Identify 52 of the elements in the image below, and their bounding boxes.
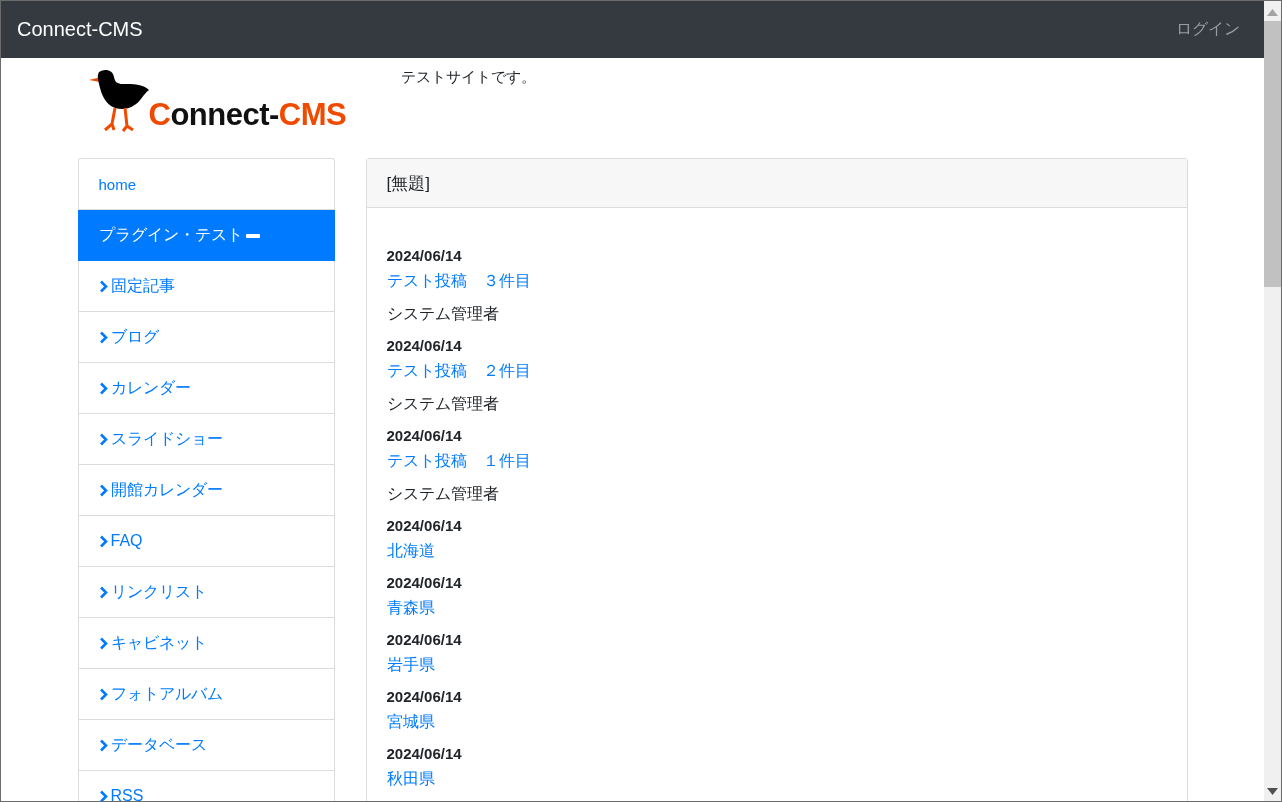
submenu-item[interactable]: RSS <box>78 771 334 801</box>
scroll-down-arrow-icon[interactable] <box>1267 788 1278 795</box>
post-date: 2024/06/14 <box>386 246 463 266</box>
submenu-item[interactable]: カレンダー <box>78 363 334 414</box>
post-date: 2024/06/14 <box>386 336 463 356</box>
post-title-link[interactable]: テスト投稿 ３件目 <box>386 268 1167 293</box>
submenu-item[interactable]: フォトアルバム <box>78 669 334 720</box>
chevron-right-icon <box>98 432 108 446</box>
post-date: 2024/06/14 <box>386 573 463 593</box>
chevron-right-icon <box>98 636 108 650</box>
scroll-up-arrow-icon[interactable] <box>1267 9 1278 16</box>
post-author: システム管理者 <box>386 484 500 504</box>
post-title-link[interactable]: 青森県 <box>386 595 1167 620</box>
submenu-item[interactable]: データベース <box>78 720 334 771</box>
chevron-right-icon <box>98 789 108 801</box>
post-author: システム管理者 <box>386 394 500 414</box>
post-date: 2024/06/14 <box>386 630 463 650</box>
site-tagline: テストサイトです。 <box>400 68 536 87</box>
post-title-link[interactable]: 秋田県 <box>386 766 1167 791</box>
post-title-link[interactable]: テスト投稿 ２件目 <box>386 358 1167 383</box>
chevron-right-icon <box>98 279 108 293</box>
post-date: 2024/06/14 <box>386 687 463 707</box>
post-title-link[interactable]: テスト投稿 １件目 <box>386 448 1167 473</box>
post-title-link[interactable]: 宮城県 <box>386 709 1167 734</box>
chevron-right-icon <box>98 330 108 344</box>
logo-wordmark: Connect-CMS <box>148 99 347 132</box>
post-date: 2024/06/14 <box>386 744 463 764</box>
post-title-link[interactable]: 岩手県 <box>386 652 1167 677</box>
submenu-item[interactable]: ブログ <box>78 312 334 363</box>
minus-icon <box>245 233 260 238</box>
chevron-right-icon <box>98 585 108 599</box>
submenu-item[interactable]: 開館カレンダー <box>78 465 334 516</box>
site-brand-link[interactable]: Connect-CMS <box>17 18 143 41</box>
menu-item[interactable]: プラグイン・テスト <box>77 210 335 261</box>
vertical-scrollbar[interactable] <box>1264 1 1281 801</box>
post-date: 2024/06/14 <box>386 516 463 536</box>
chevron-right-icon <box>98 738 108 752</box>
post-date: 2024/06/14 <box>386 426 463 446</box>
submenu-item[interactable]: FAQ <box>78 516 334 567</box>
login-link[interactable]: ログイン <box>1176 19 1240 40</box>
submenu-item[interactable]: 固定記事 <box>78 261 334 312</box>
chevron-right-icon <box>98 687 108 701</box>
submenu-item[interactable]: キャビネット <box>78 618 334 669</box>
submenu-item[interactable]: スライドショー <box>78 414 334 465</box>
post-author: システム管理者 <box>386 304 500 324</box>
chevron-right-icon <box>98 381 108 395</box>
chevron-right-icon <box>98 483 108 497</box>
card-title: [無題] <box>386 172 430 195</box>
submenu-item[interactable]: リンクリスト <box>78 567 334 618</box>
chevron-right-icon <box>98 534 108 548</box>
post-title-link[interactable]: 北海道 <box>386 538 1167 563</box>
scrollbar-thumb[interactable] <box>1264 21 1281 287</box>
